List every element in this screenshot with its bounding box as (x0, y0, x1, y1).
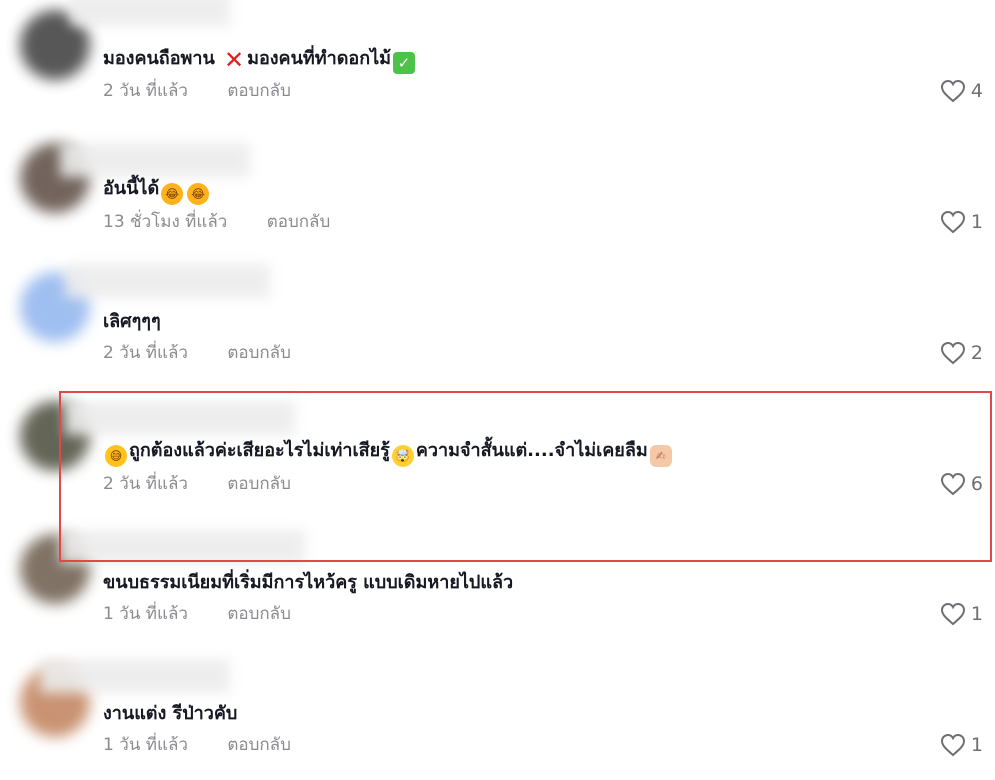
like-button[interactable]: 1 (940, 733, 983, 757)
username-blurred[interactable] (40, 659, 230, 693)
exploding-head-emoji: 🤯 (391, 445, 414, 467)
comment-meta: 2 วัน ที่แล้ว ตอบกลับ (103, 80, 291, 102)
reply-button[interactable]: ตอบกลับ (227, 734, 291, 756)
username-blurred[interactable] (60, 143, 250, 177)
comment-meta: 2 วัน ที่แล้ว ตอบกลับ (103, 473, 291, 495)
comment-text: ขนบธรรมเนียมที่เริ่มมีการไหว้ครู แบบเดิม… (103, 571, 513, 595)
comment-item: เลิศๆๆๆ 2 วัน ที่แล้ว ตอบกลับ 2 (0, 262, 995, 387)
like-count: 2 (970, 342, 983, 364)
timestamp: 2 วัน ที่แล้ว (103, 343, 188, 363)
sweat-smile-emoji: 😅 (105, 445, 127, 467)
comment-text-part: ความจำสั้นแต่....จำไม่เคยลืม (415, 440, 648, 461)
laughing-emoji: 😂 (187, 183, 210, 205)
like-count: 1 (970, 734, 983, 756)
comment-text-part: ขนบธรรมเนียมที่เริ่มมีการไหว้ครู แบบเดิม… (103, 572, 514, 593)
like-count: 1 (970, 211, 983, 233)
heart-icon (940, 341, 965, 365)
like-button[interactable]: 2 (940, 341, 983, 365)
heart-icon (940, 472, 965, 496)
like-button[interactable]: 1 (940, 210, 983, 234)
reply-button[interactable]: ตอบกลับ (227, 80, 291, 102)
reply-button[interactable]: ตอบกลับ (227, 473, 291, 495)
writing-hand-emoji: ✍ (649, 445, 672, 467)
laughing-emoji: 😂 (161, 183, 184, 205)
timestamp: 2 วัน ที่แล้ว (103, 474, 188, 494)
comment-text: อันนี้ได้ 😂 😂 (103, 177, 211, 205)
username-blurred[interactable] (65, 401, 295, 435)
username-blurred[interactable] (65, 264, 270, 298)
heart-icon (940, 602, 965, 626)
timestamp: 1 วัน ที่แล้ว (103, 735, 188, 755)
comment-text-part: มองคนถือพาน (103, 48, 215, 69)
comment-item: 😅 ถูกต้องแล้วค่ะเสียอะไรไม่เท่าเสียรู้ 🤯 คว… (0, 393, 995, 518)
comment-text: งานแต่ง รีป่าวคับ (103, 702, 237, 726)
heart-icon (940, 733, 965, 757)
like-count: 1 (970, 603, 983, 625)
comment-text: มองคนถือพาน ✕ มองคนที่ทำดอกไม้ ✓ (103, 47, 417, 74)
comment-text: 😅 ถูกต้องแล้วค่ะเสียอะไรไม่เท่าเสียรู้ 🤯 คว… (103, 439, 674, 467)
timestamp: 2 วัน ที่แล้ว (103, 81, 188, 101)
timestamp: 1 วัน ที่แล้ว (103, 604, 188, 624)
comment-text-part: อันนี้ได้ (103, 178, 160, 199)
like-button[interactable]: 6 (940, 472, 983, 496)
check-mark-emoji: ✓ (393, 52, 416, 74)
timestamp: 13 ชั่วโมง ที่แล้ว (103, 212, 228, 232)
username-blurred[interactable] (60, 530, 305, 564)
comment-text-part: เลิศๆๆๆ (103, 311, 161, 332)
comment-text-part: ถูกต้องแล้วค่ะเสียอะไรไม่เท่าเสียรู้ (129, 440, 390, 461)
like-button[interactable]: 1 (940, 602, 983, 626)
comment-text: เลิศๆๆๆ (103, 310, 161, 334)
reply-button[interactable]: ตอบกลับ (227, 342, 291, 364)
reply-button[interactable]: ตอบกลับ (267, 211, 331, 233)
comment-item: งานแต่ง รีป่าวคับ 1 วัน ที่แล้ว ตอบกลับ … (0, 655, 995, 780)
comment-text-part: มองคนที่ทำดอกไม้ (247, 48, 392, 69)
comment-meta: 1 วัน ที่แล้ว ตอบกลับ (103, 603, 291, 625)
comment-meta: 13 ชั่วโมง ที่แล้ว ตอบกลับ (103, 211, 330, 233)
comment-item: ขนบธรรมเนียมที่เริ่มมีการไหว้ครู แบบเดิม… (0, 524, 995, 649)
comment-item: อันนี้ได้ 😂 😂 13 ชั่วโมง ที่แล้ว ตอบกลับ 1 (0, 131, 995, 256)
reply-button[interactable]: ตอบกลับ (227, 603, 291, 625)
heart-icon (940, 79, 965, 103)
comment-text-part: งานแต่ง รีป่าวคับ (103, 703, 238, 724)
comment-item: มองคนถือพาน ✕ มองคนที่ทำดอกไม้ ✓ 2 วัน ที่… (0, 0, 995, 125)
x-mark-emoji: ✕ (224, 46, 245, 74)
comment-meta: 1 วัน ที่แล้ว ตอบกลับ (103, 734, 291, 756)
heart-icon (940, 210, 965, 234)
like-count: 6 (970, 473, 983, 495)
like-button[interactable]: 4 (940, 79, 983, 103)
comment-meta: 2 วัน ที่แล้ว ตอบกลับ (103, 342, 291, 364)
username-blurred[interactable] (70, 0, 230, 26)
like-count: 4 (970, 80, 983, 102)
